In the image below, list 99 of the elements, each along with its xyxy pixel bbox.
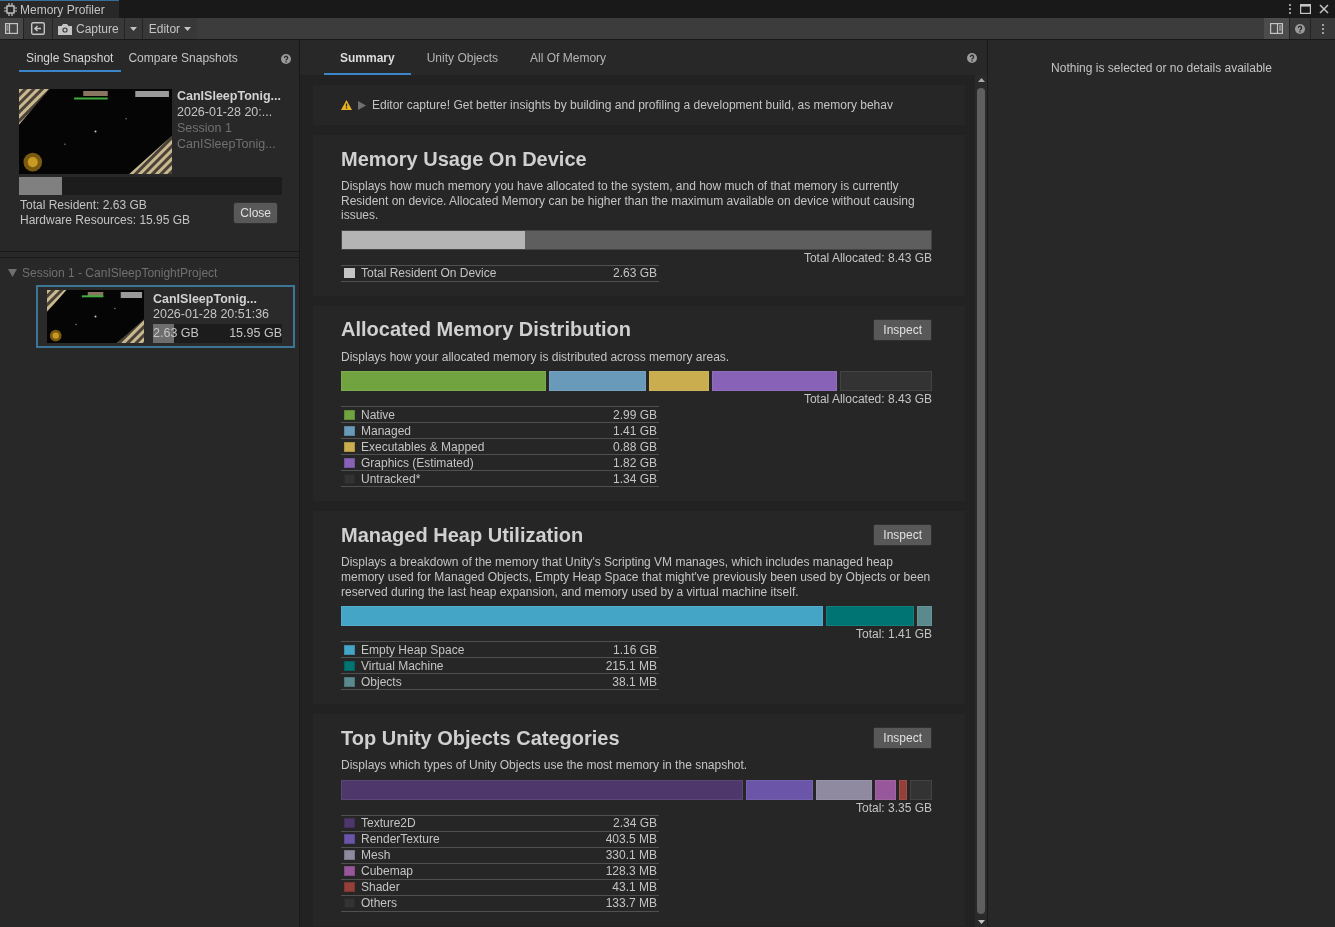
bar-segment xyxy=(874,779,897,800)
snapshot-date: 2026-01-28 20:51:36 xyxy=(153,307,271,322)
legend-label: Mesh xyxy=(361,848,392,863)
legend-value: 38.1 MB xyxy=(612,674,657,689)
legend-label: Graphics (Estimated) xyxy=(361,455,475,470)
snapshot-name: CanISleepTonig... xyxy=(177,89,281,104)
legend-value: 330.1 MB xyxy=(605,848,657,863)
section-description: Displays how much memory you have allocated to the system, and how much of that memory is currently Resident on device. Allocated Memory can be higher than the maximum available on device without causing issues. xyxy=(341,179,916,223)
legend-value: 0.88 GB xyxy=(612,439,657,454)
legend-label: Texture2D xyxy=(361,816,417,831)
bar-segment xyxy=(816,779,872,800)
section-description: Displays how your allocated memory is distributed across memory areas. xyxy=(341,349,731,365)
panel-icon xyxy=(5,23,18,34)
bar-segment xyxy=(899,779,907,800)
help-icon[interactable] xyxy=(967,52,977,63)
legend-value: 43.1 MB xyxy=(612,880,657,895)
legend-label: RenderTexture xyxy=(361,832,441,847)
legend-label: Managed xyxy=(361,423,413,438)
legend-value: 215.1 MB xyxy=(605,658,657,673)
inspect-button[interactable]: Inspect xyxy=(873,318,932,341)
kebab-menu-icon[interactable] xyxy=(1288,3,1292,15)
total-label: Total Allocated: 8.43 GB xyxy=(803,392,932,407)
warning-icon xyxy=(341,100,352,110)
legend-value: 1.16 GB xyxy=(612,642,657,657)
target-dropdown[interactable]: Editor xyxy=(142,18,198,39)
legend-value: 2.63 GB xyxy=(612,266,657,281)
project-name: CanISleepTonig... xyxy=(177,137,277,152)
legend-value: 1.34 GB xyxy=(612,471,657,486)
legend-value: 2.99 GB xyxy=(612,407,657,422)
section-description: Displays a breakdown of the memory that Unity's Scripting VM manages, which includes managed heap memory used for Managed Objects, Empty Heap Space that might've previously been used by Objects or been reserved during the last heap expansion, and memory used by a virtual machine itself. xyxy=(341,555,932,600)
import-button[interactable] xyxy=(24,18,52,39)
legend-label: Cubemap xyxy=(361,864,415,879)
total-label: Total: 1.41 GB xyxy=(855,627,932,642)
mode-tab[interactable]: Compare Snapshots xyxy=(121,45,246,72)
total-label: Total: 3.35 GB xyxy=(855,800,932,815)
total-resident: Total Resident: 2.63 GB xyxy=(20,198,148,213)
view-tab[interactable]: All Of Memory xyxy=(514,40,623,75)
chip-icon xyxy=(4,3,17,16)
bar-segment xyxy=(745,779,814,800)
legend-swatch xyxy=(344,268,355,279)
empty-details-message: Nothing is selected or no details available xyxy=(1051,61,1272,77)
legend-value: 128.3 MB xyxy=(605,864,657,879)
snapshot-date: 2026-01-28 20:... xyxy=(177,105,274,120)
legend-label: Virtual Machine xyxy=(361,658,445,673)
view-tab[interactable]: Unity Objects xyxy=(410,40,515,75)
caret-icon xyxy=(184,26,192,31)
total-label: Total Allocated: 8.43 GB xyxy=(803,250,932,265)
legend-value: 1.41 GB xyxy=(612,423,657,438)
legend-value: 1.82 GB xyxy=(612,455,657,470)
legend-value: 403.5 MB xyxy=(605,832,657,847)
side-panel-icon xyxy=(1270,23,1283,34)
section-title: Managed Heap Utilization xyxy=(341,523,584,547)
legend-label: Shader xyxy=(361,880,401,895)
sidebar-toggle-button[interactable] xyxy=(0,18,23,39)
legend-label: Executables & Mapped xyxy=(361,439,486,454)
bar-segment xyxy=(648,371,710,392)
camera-icon xyxy=(58,22,72,35)
maximize-icon[interactable] xyxy=(1300,4,1311,14)
snapshot-name: CanISleepTonig... xyxy=(153,292,258,307)
scrollbar[interactable] xyxy=(975,75,987,927)
expand-triangle-icon[interactable] xyxy=(8,269,17,277)
expand-triangle-icon[interactable] xyxy=(358,100,366,110)
inspector-toggle-button[interactable] xyxy=(1264,18,1289,39)
section-description: Displays which types of Unity Objects use the most memory in the snapshot. xyxy=(341,758,749,773)
legend-label: Others xyxy=(361,896,398,911)
close-button[interactable]: Close xyxy=(233,202,278,224)
legend-label: Untracked* xyxy=(361,471,422,486)
close-icon[interactable] xyxy=(1319,4,1329,14)
capture-options-button[interactable] xyxy=(124,18,142,39)
legend-value: 2.34 GB xyxy=(612,816,657,831)
scroll-down-icon[interactable] xyxy=(977,920,985,924)
section-title: Memory Usage On Device xyxy=(341,147,587,171)
caret-icon xyxy=(129,26,137,31)
more-button[interactable] xyxy=(1311,18,1335,39)
legend-label: Total Resident On Device xyxy=(361,266,498,281)
section-title: Top Unity Objects Categories xyxy=(341,726,620,750)
total-memory: 15.95 GB xyxy=(229,326,282,341)
bar-segment xyxy=(909,779,932,800)
legend-label: Objects xyxy=(361,674,403,689)
help-icon xyxy=(1295,23,1305,34)
mode-tab[interactable]: Single Snapshot xyxy=(19,45,122,72)
inspect-button[interactable]: Inspect xyxy=(873,727,932,750)
section-title: Allocated Memory Distribution xyxy=(341,318,632,342)
warning-message: Editor capture! Get better insights by building and profiling a development build, as memory behav xyxy=(372,98,893,112)
import-icon xyxy=(31,22,45,35)
legend-value: 133.7 MB xyxy=(605,896,657,911)
legend-label: Native xyxy=(361,407,396,422)
hardware-resources: Hardware Resources: 15.95 GB xyxy=(20,213,191,228)
inspect-button[interactable]: Inspect xyxy=(873,524,932,547)
scroll-up-icon[interactable] xyxy=(977,78,985,82)
help-icon[interactable] xyxy=(281,53,291,64)
capture-button[interactable]: Capture xyxy=(53,18,124,39)
legend-label: Empty Heap Space xyxy=(361,642,466,657)
kebab-menu-icon xyxy=(1321,22,1325,35)
session-name: Session 1 xyxy=(177,121,233,136)
window-title: Memory Profiler xyxy=(20,2,105,17)
help-button[interactable] xyxy=(1290,18,1310,39)
window-tab[interactable]: Memory Profiler xyxy=(0,0,119,18)
bar-segment xyxy=(916,606,932,627)
